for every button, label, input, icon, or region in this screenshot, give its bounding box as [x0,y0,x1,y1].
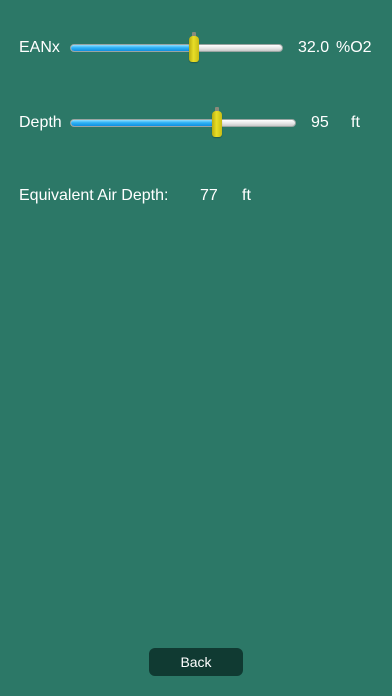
eanx-label: EANx [19,39,60,56]
ead-value: 77 [200,187,218,204]
back-button[interactable]: Back [149,648,243,676]
ead-unit: ft [242,187,251,204]
depth-slider-thumb-tank-icon[interactable] [211,107,222,137]
ead-label: Equivalent Air Depth: [19,187,169,204]
depth-label: Depth [19,114,62,131]
depth-unit: ft [351,114,360,131]
eanx-slider[interactable] [70,32,283,62]
depth-slider[interactable] [70,107,296,137]
depth-slider-track [70,119,296,127]
depth-value: 95 [311,114,329,131]
eanx-unit: %O2 [336,39,372,56]
eanx-slider-fill [71,45,194,51]
depth-slider-fill [71,120,217,126]
eanx-slider-thumb-tank-icon[interactable] [188,32,199,62]
eanx-value: 32.0 [298,39,330,56]
eanx-slider-track [70,44,283,52]
